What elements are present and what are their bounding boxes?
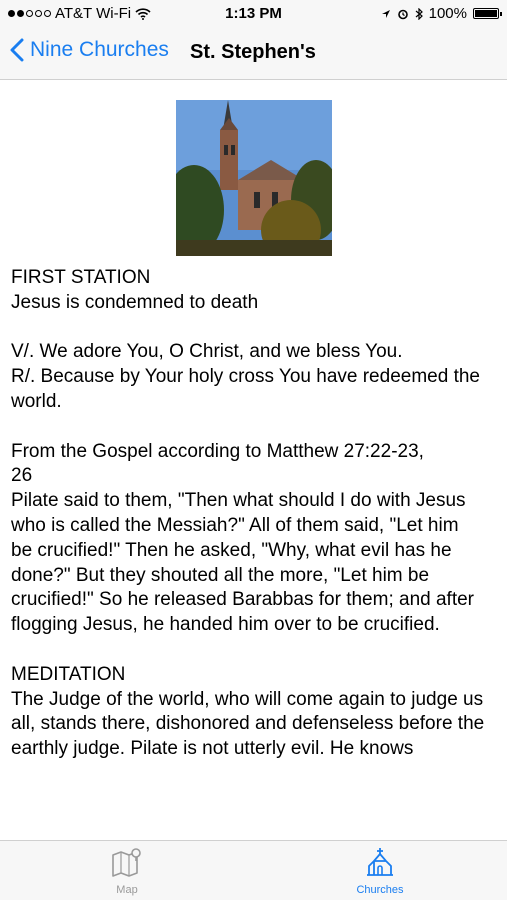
battery-percent: 100% (428, 5, 467, 22)
tab-map-label: Map (116, 884, 138, 896)
church-icon (367, 848, 393, 876)
alarm-icon (397, 9, 408, 19)
gospel-reference: From the Gospel according to Matthew 27:… (11, 440, 424, 462)
status-bar: AT&T Wi-Fi 1:13 PM 100% (0, 0, 507, 28)
tab-bar: Map Churches (0, 840, 507, 900)
map-icon (112, 848, 141, 877)
station-header: FIRST STATION Jesus is condemned to deat… (11, 266, 495, 316)
meditation-text-part2: earthly judge. Pilate is not utterly evi… (11, 738, 414, 760)
station-title: Jesus is condemned to death (11, 291, 259, 313)
gospel-text-part2: be crucified!" Then he asked, "Why, what… (11, 539, 475, 636)
navigation-bar: Nine Churches St. Stephen's (0, 28, 507, 80)
back-button-label: Nine Churches (30, 38, 169, 61)
meditation: MEDITATION The Judge of the world, who w… (11, 663, 495, 762)
gospel-reference-cont: 26 (11, 465, 33, 487)
bluetooth-icon (415, 7, 423, 20)
tab-map[interactable]: Map (67, 847, 187, 896)
church-photo (176, 100, 332, 256)
tab-churches-label: Churches (356, 884, 404, 896)
versicle-text: V/. We adore You, O Christ, and we bless… (11, 341, 403, 363)
tab-churches[interactable]: Churches (320, 847, 440, 896)
meditation-heading: MEDITATION (11, 663, 126, 685)
back-button[interactable]: Nine Churches (10, 38, 169, 62)
gospel-text-part1: Pilate said to them, "Then what should I… (11, 490, 466, 536)
versicle-response: V/. We adore You, O Christ, and we bless… (11, 340, 495, 414)
station-text: FIRST STATION Jesus is condemned to deat… (11, 266, 495, 787)
battery-icon (473, 8, 502, 19)
station-content[interactable]: FIRST STATION Jesus is condemned to deat… (0, 80, 507, 840)
chevron-left-icon (10, 38, 24, 62)
response-text: R/. Because by Your holy cross You have … (11, 366, 480, 412)
station-heading: FIRST STATION (11, 267, 151, 288)
meditation-text-part1: The Judge of the world, who will come ag… (11, 688, 485, 735)
status-right: 100% (381, 5, 502, 22)
location-arrow-icon (381, 9, 390, 18)
gospel-reading: From the Gospel according to Matthew 27:… (11, 440, 495, 638)
page-title: St. Stephen's (190, 41, 316, 63)
